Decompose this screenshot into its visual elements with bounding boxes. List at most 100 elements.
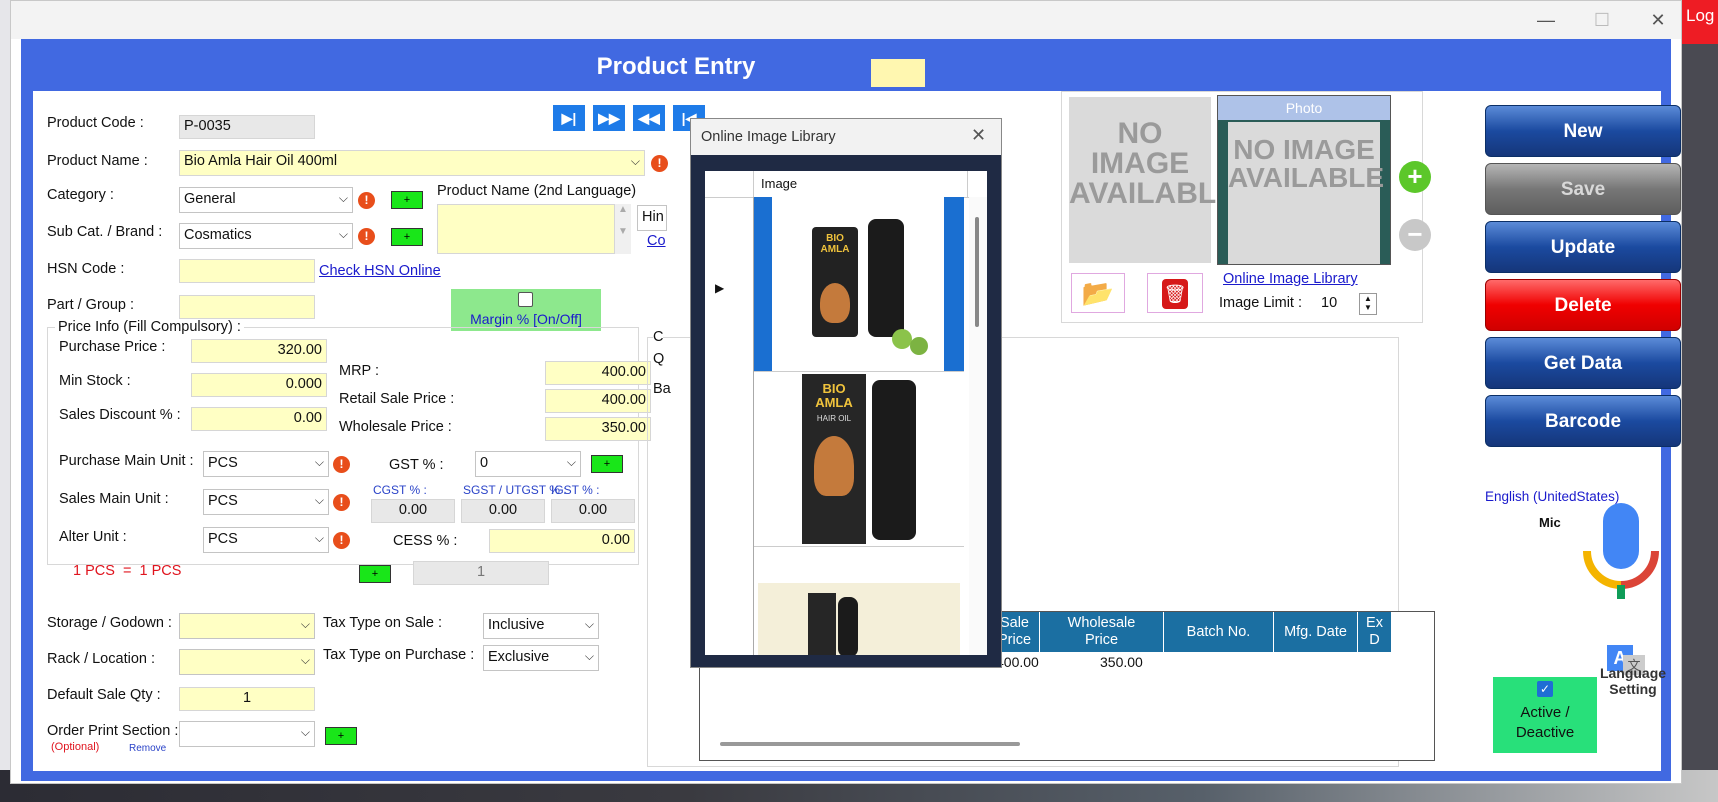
- grid-header-batch[interactable]: Batch No.: [1164, 612, 1274, 652]
- tax-sale-select[interactable]: Inclusive ⌵: [483, 613, 599, 639]
- mrp-field[interactable]: 400.00: [545, 361, 651, 385]
- sales-unit-select[interactable]: PCS ⌵: [203, 489, 329, 515]
- add-category-button[interactable]: +: [391, 191, 423, 209]
- product-name-2nd-field[interactable]: [437, 204, 615, 254]
- image-grid[interactable]: Image ▶ BIO AMLA BIO AMLA HAIR OIL: [705, 171, 987, 655]
- grid-cell-sale[interactable]: 400.00: [996, 654, 1039, 670]
- scrollbar[interactable]: ▲ ▼: [615, 204, 631, 254]
- tax-purchase-value: Exclusive: [488, 649, 550, 665]
- wholesale-field[interactable]: 350.00: [545, 417, 651, 441]
- subcat-select[interactable]: Cosmatics ⌵: [179, 223, 353, 249]
- image-row-2[interactable]: BIO AMLA HAIR OIL: [754, 371, 964, 546]
- dialog-scrollbar[interactable]: [969, 197, 987, 655]
- alter-unit-select[interactable]: PCS ⌵: [203, 527, 329, 553]
- close-button[interactable]: ✕: [1635, 5, 1681, 35]
- cgst-label: CGST % :: [373, 483, 427, 497]
- unit-factor-field[interactable]: 1: [413, 561, 549, 585]
- add-gst-button[interactable]: +: [591, 455, 623, 473]
- rack-label: Rack / Location :: [47, 651, 155, 667]
- convert-link[interactable]: Co: [647, 233, 666, 249]
- storage-select[interactable]: ⌵: [179, 613, 315, 639]
- dialog-titlebar: Online Image Library ✕: [691, 119, 1001, 155]
- image-limit-value: 10: [1321, 295, 1338, 311]
- stepper-arrows-icon[interactable]: ▲ ▼: [1359, 293, 1377, 315]
- check-hsn-link[interactable]: Check HSN Online: [319, 263, 441, 279]
- delete-button[interactable]: Delete: [1485, 279, 1681, 331]
- retail-field[interactable]: 400.00: [545, 389, 651, 413]
- delete-image-icon[interactable]: 🗑: [1147, 273, 1203, 313]
- chevron-down-icon: ⌵: [584, 649, 594, 663]
- default-qty-label: Default Sale Qty :: [47, 687, 161, 703]
- hsn-field[interactable]: [179, 259, 315, 283]
- part-group-field[interactable]: [179, 295, 315, 319]
- cgst-field[interactable]: 0.00: [371, 499, 455, 523]
- barcode-button[interactable]: Barcode: [1485, 395, 1681, 447]
- grid-header-wholesale[interactable]: Wholesale Price: [1040, 612, 1164, 652]
- scroll-thumb[interactable]: [975, 217, 979, 327]
- grid-header-mfg[interactable]: Mfg. Date: [1274, 612, 1358, 652]
- tax-purchase-select[interactable]: Exclusive ⌵: [483, 645, 599, 671]
- alter-unit-label: Alter Unit :: [59, 529, 127, 545]
- grid-cell-wholesale[interactable]: 350.00: [1100, 654, 1143, 670]
- image-column-header[interactable]: Image: [761, 176, 797, 191]
- sgst-field[interactable]: 0.00: [461, 499, 545, 523]
- active-checkbox-icon[interactable]: ✓: [1537, 681, 1553, 697]
- new-button[interactable]: New: [1485, 105, 1681, 157]
- chevron-down-icon: ⌵: [584, 617, 594, 631]
- igst-field[interactable]: 0.00: [551, 499, 635, 523]
- active-toggle[interactable]: ✓ Active / Deactive: [1493, 677, 1597, 753]
- add-print-section-button[interactable]: +: [325, 727, 357, 745]
- mic-icon[interactable]: [1567, 503, 1677, 607]
- hsn-label: HSN Code :: [47, 261, 125, 277]
- get-data-button[interactable]: Get Data: [1485, 337, 1681, 389]
- bottle-shape: [838, 597, 858, 655]
- update-button[interactable]: Update: [1485, 221, 1681, 273]
- photo-frame[interactable]: Photo NO IMAGE AVAILABLE: [1217, 95, 1391, 265]
- product-image-2: BIO AMLA HAIR OIL: [772, 374, 942, 544]
- product-image-1: BIO AMLA: [772, 197, 944, 371]
- box-shape: BIO AMLA: [812, 227, 858, 337]
- add-unit-button[interactable]: +: [359, 565, 391, 583]
- min-stock-field[interactable]: 0.000: [191, 373, 327, 397]
- cess-field[interactable]: 0.00: [489, 529, 635, 553]
- margin-toggle[interactable]: Margin % [On/Off]: [451, 289, 601, 331]
- margin-checkbox[interactable]: [518, 292, 533, 307]
- category-select[interactable]: General ⌵: [179, 187, 353, 213]
- product-name-label: Product Name :: [47, 153, 148, 169]
- add-subcat-button[interactable]: +: [391, 228, 423, 246]
- minimize-button[interactable]: —: [1523, 5, 1569, 35]
- add-image-icon[interactable]: +: [1399, 161, 1431, 193]
- image-row-1[interactable]: BIO AMLA: [754, 197, 964, 371]
- maximize-button[interactable]: ☐: [1579, 5, 1625, 35]
- last-record-button[interactable]: ▶|: [553, 105, 585, 131]
- grid-header-exp[interactable]: Ex D: [1358, 612, 1392, 652]
- chevron-down-icon: ⌵: [314, 455, 324, 469]
- cess-label: CESS % :: [393, 533, 458, 549]
- grid-divider: [967, 171, 968, 197]
- rack-select[interactable]: ⌵: [179, 649, 315, 675]
- product-name-field[interactable]: Bio Amla Hair Oil 400ml ⌵: [179, 150, 645, 176]
- dialog-close-icon[interactable]: ✕: [971, 125, 986, 146]
- previous-record-button[interactable]: ◀◀: [633, 105, 665, 131]
- sales-discount-field[interactable]: 0.00: [191, 407, 327, 431]
- open-folder-icon[interactable]: 📂: [1071, 273, 1125, 313]
- online-image-library-link[interactable]: Online Image Library: [1223, 271, 1358, 287]
- next-record-button[interactable]: ▶▶: [593, 105, 625, 131]
- language-select[interactable]: Hin: [637, 205, 667, 231]
- image-limit-stepper[interactable]: 10 ▲ ▼: [1319, 293, 1383, 315]
- purchase-unit-select[interactable]: PCS ⌵: [203, 451, 329, 477]
- purchase-price-field[interactable]: 320.00: [191, 339, 327, 363]
- save-button[interactable]: Save: [1485, 163, 1681, 215]
- mrp-label: MRP :: [339, 363, 380, 379]
- log-tab[interactable]: Log: [1682, 0, 1718, 44]
- grid-horizontal-scrollbar[interactable]: [720, 742, 1020, 746]
- default-qty-field[interactable]: 1: [179, 687, 315, 711]
- gst-select[interactable]: 0 ⌵: [475, 451, 581, 477]
- language-setting-label[interactable]: Language Setting: [1593, 665, 1673, 697]
- voice-language-label: English (UnitedStates): [1485, 489, 1620, 504]
- remove-image-icon[interactable]: −: [1399, 219, 1431, 251]
- image-row-3[interactable]: [754, 546, 964, 655]
- product-code-field[interactable]: P-0035: [179, 115, 315, 139]
- remove-link[interactable]: Remove: [129, 743, 166, 754]
- order-print-select[interactable]: ⌵: [179, 721, 315, 747]
